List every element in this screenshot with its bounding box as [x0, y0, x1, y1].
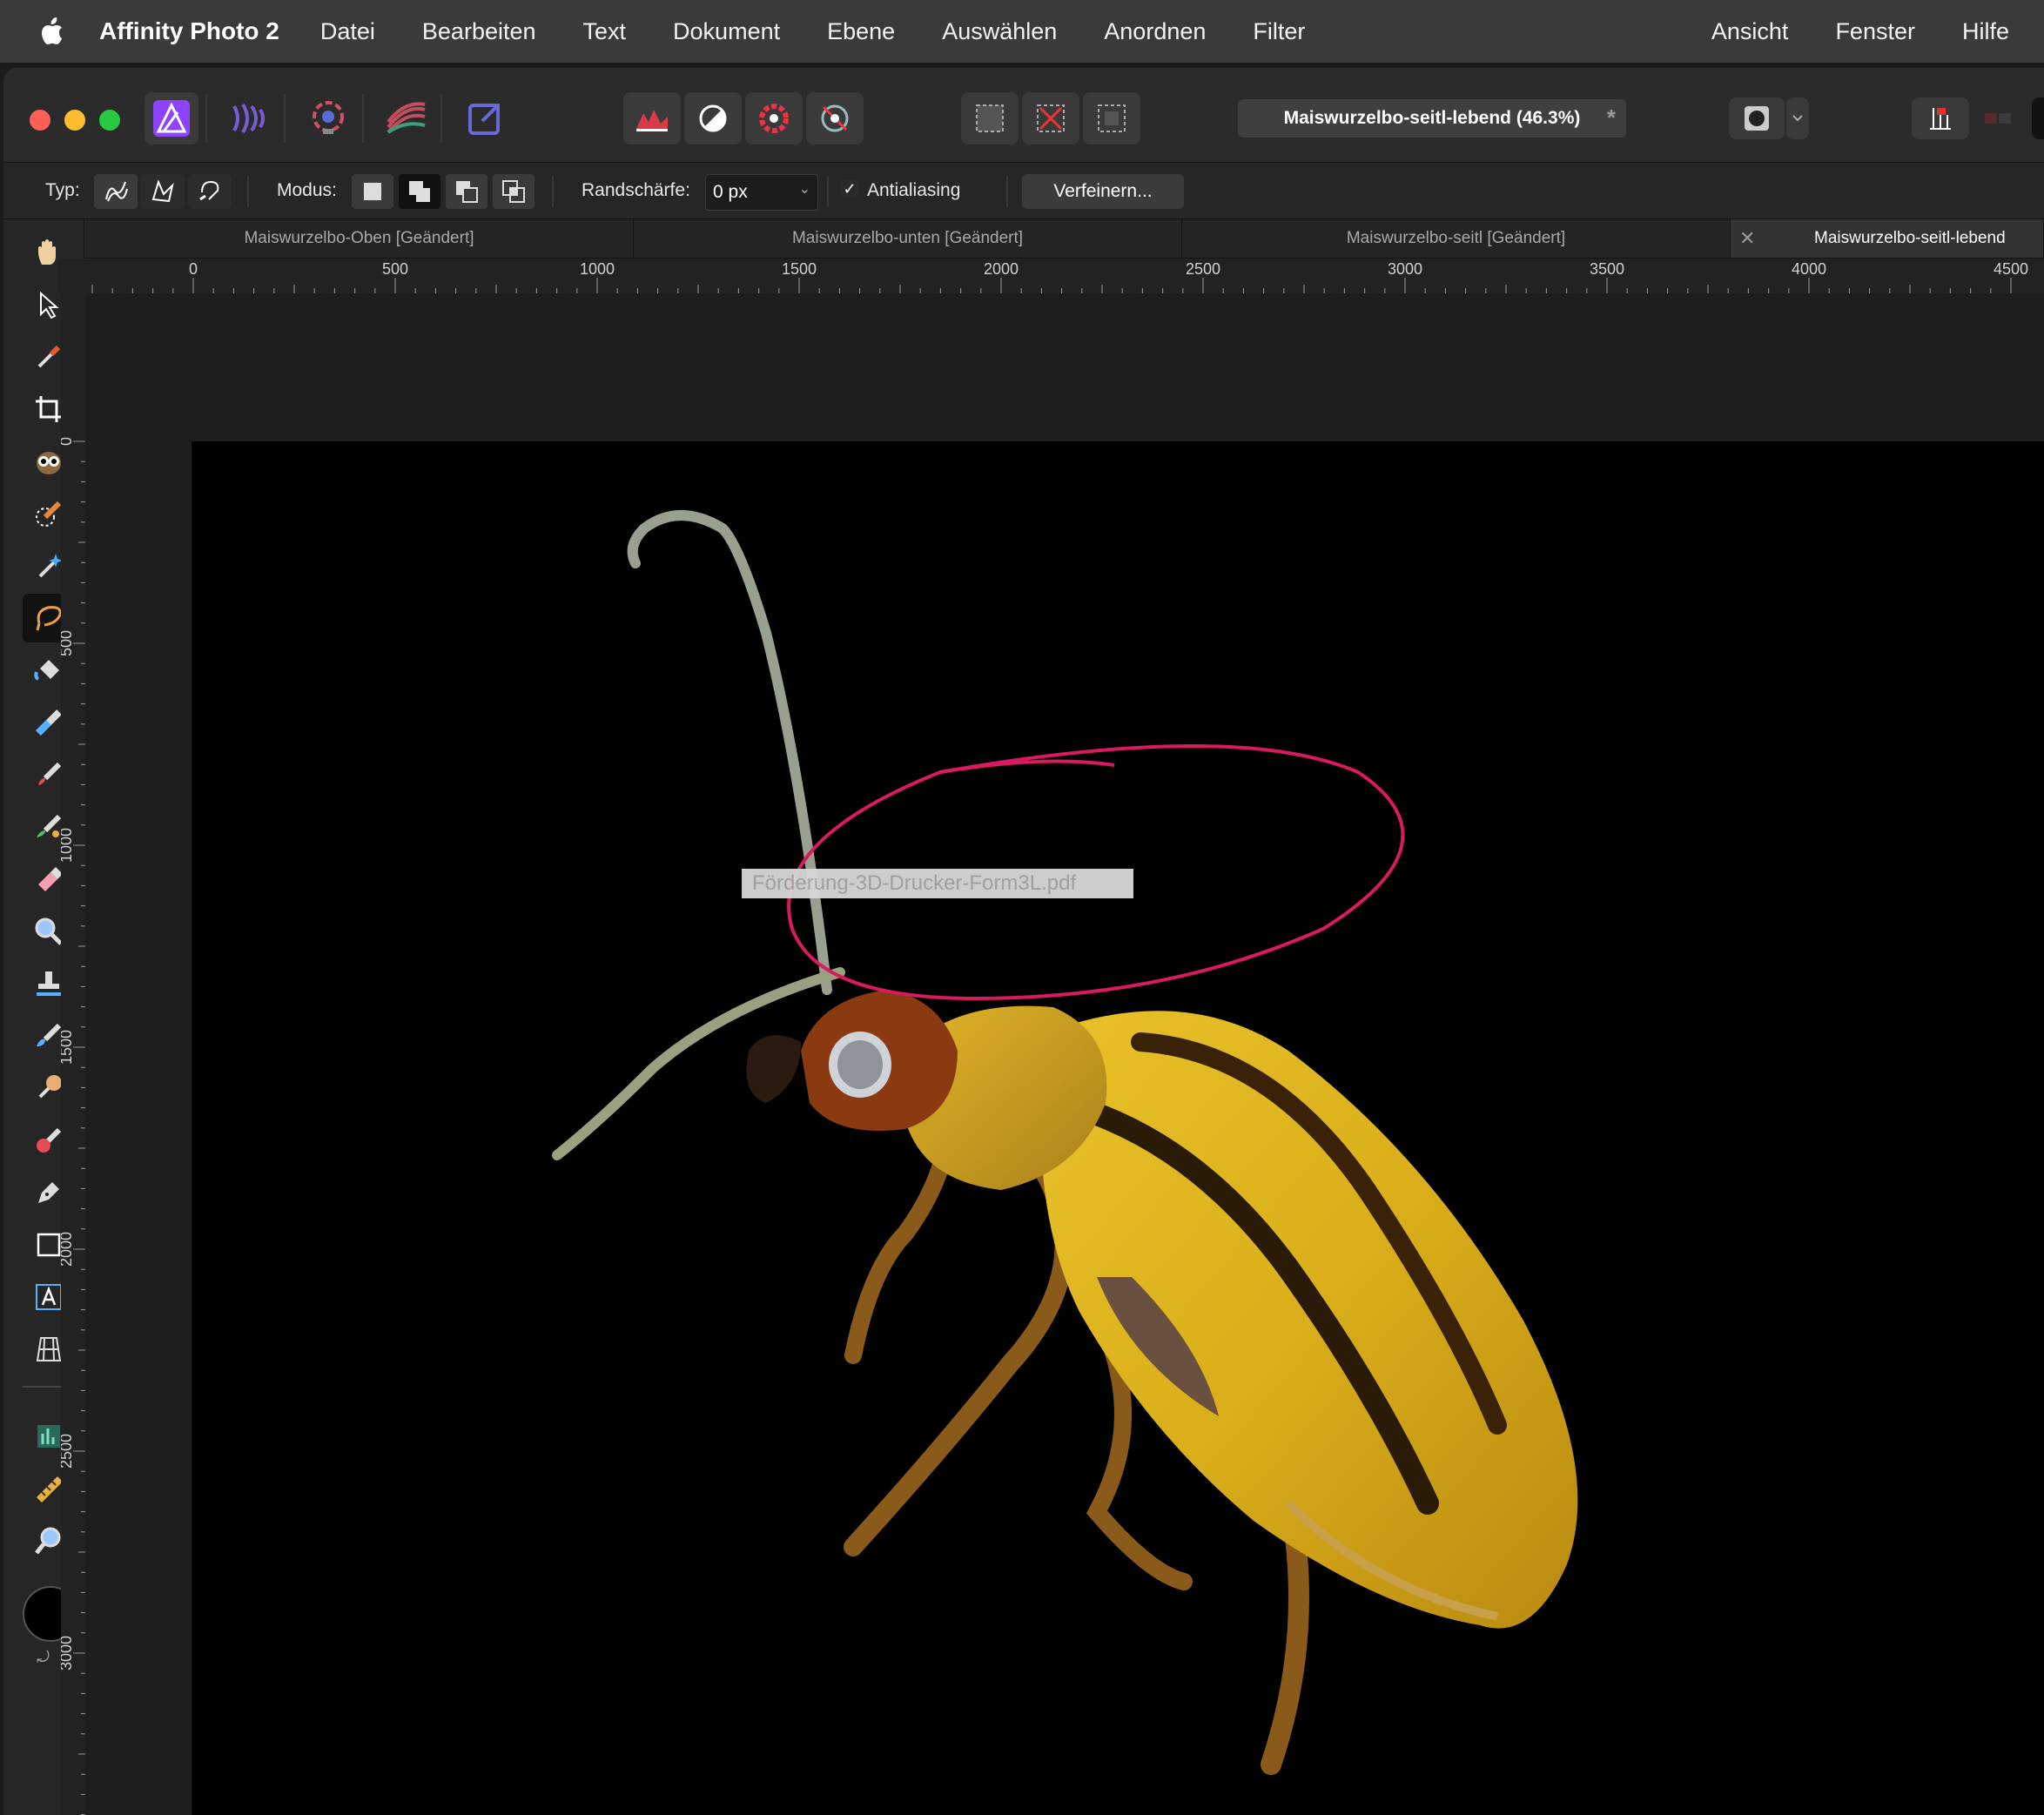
menu-auswaehlen[interactable]: Auswählen	[942, 18, 1057, 45]
document-title[interactable]: Maiswurzelbo-seitl-lebend (46.3%) *	[1238, 99, 1626, 138]
menu-fenster[interactable]: Fenster	[1835, 18, 1915, 45]
menu-text[interactable]: Text	[583, 18, 627, 45]
magnetic-selection-type-icon[interactable]	[188, 174, 232, 209]
menu-dokument[interactable]: Dokument	[673, 18, 780, 45]
ruler-label: 0	[189, 260, 198, 278]
add-selection-mode-icon[interactable]	[399, 174, 440, 209]
chevron-down-icon[interactable]: ⌄	[799, 180, 810, 198]
app-window: Maiswurzelbo-seitl-lebend (46.3%) * Typ:	[3, 68, 2044, 1815]
more-toolbar-button[interactable]	[2032, 97, 2044, 139]
ruler-label: 1000	[61, 828, 75, 863]
export-persona-icon[interactable]	[458, 92, 512, 145]
snapping-icon[interactable]	[1912, 97, 1969, 139]
ruler-label: 0	[61, 437, 75, 446]
ruler-label: 4500	[1994, 260, 2028, 278]
quick-mask-icon[interactable]	[1729, 97, 1785, 139]
auto-levels-icon[interactable]	[623, 92, 681, 145]
ruler-corner	[57, 259, 85, 293]
minimize-window-button[interactable]	[64, 110, 85, 131]
feather-label: Randschärfe:	[582, 180, 690, 200]
app-name-menu[interactable]: Affinity Photo 2	[99, 17, 279, 45]
liquify-persona-icon[interactable]	[223, 92, 277, 145]
mode-label: Modus:	[277, 180, 337, 200]
tab-maiswurzelbo-seitl-lebend[interactable]: ✕ Maiswurzelbo-seitl-lebend	[1731, 219, 2044, 258]
tab-maiswurzelbo-unten[interactable]: Maiswurzelbo-unten [Geändert]	[634, 219, 1182, 258]
tab-maiswurzelbo-seitl[interactable]: Maiswurzelbo-seitl [Geändert]	[1182, 219, 1731, 258]
menu-ansicht[interactable]: Ansicht	[1711, 18, 1789, 45]
ruler-label: 500	[382, 260, 408, 278]
new-selection-mode-icon[interactable]	[352, 174, 393, 209]
tab-maiswurzelbo-oben[interactable]: Maiswurzelbo-Oben [Geändert]	[85, 219, 634, 258]
modified-marker: *	[1606, 104, 1616, 131]
antialias-label: Antialiasing	[867, 180, 961, 200]
ruler-label: 4000	[1792, 260, 1826, 278]
document-tabs: Maiswurzelbo-Oben [Geändert] Maiswurzelb…	[85, 219, 2044, 259]
menu-bar: Affinity Photo 2 Datei Bearbeiten Text D…	[0, 0, 2044, 63]
ruler-label: 3000	[1388, 260, 1422, 278]
close-tab-icon[interactable]: ✕	[1739, 227, 1755, 250]
ruler-label: 1000	[580, 260, 615, 278]
menu-datei[interactable]: Datei	[320, 18, 375, 45]
horizontal-ruler[interactable]: 0 500 1000 1500 2000 2500 3000 3500 4000 4500	[85, 259, 2044, 293]
ruler-label: 2500	[61, 1434, 75, 1469]
ruler-label: 2500	[1186, 260, 1220, 278]
menu-ebene[interactable]: Ebene	[827, 18, 895, 45]
dragged-file-label: Förderung-3D-Drucker-Form3L.pdf	[742, 869, 1133, 898]
ruler-label: 2000	[984, 260, 1019, 278]
document-title-text: Maiswurzelbo-seitl-lebend (46.3%)	[1283, 108, 1581, 128]
deselect-icon[interactable]	[1022, 92, 1079, 145]
tab-label: Maiswurzelbo-seitl-lebend	[1814, 229, 2006, 247]
refine-button[interactable]: Verfeinern...	[1022, 174, 1184, 209]
tone-mapping-persona-icon[interactable]	[380, 92, 434, 145]
context-toolbar: Typ: Modus: Randschärfe: 0 px ⌄ ✓ Antial…	[3, 163, 2044, 219]
auto-white-balance-icon[interactable]	[806, 92, 864, 145]
document-canvas[interactable]	[192, 441, 2044, 1815]
annotation-ellipse	[787, 744, 1405, 1001]
main-toolbar: Maiswurzelbo-seitl-lebend (46.3%) *	[3, 68, 2044, 163]
assistant-icon[interactable]	[1980, 97, 2018, 139]
feather-value: 0 px	[713, 182, 748, 202]
intersect-selection-mode-icon[interactable]	[493, 174, 535, 209]
swap-colors-icon[interactable]: ⤾	[37, 1649, 50, 1667]
polygonal-selection-type-icon[interactable]	[141, 174, 185, 209]
ruler-label: 3000	[61, 1636, 75, 1670]
antialias-checkbox[interactable]: ✓	[841, 180, 858, 198]
menu-hilfe[interactable]: Hilfe	[1962, 18, 2009, 45]
type-label: Typ:	[45, 180, 80, 200]
quick-mask-dropdown-icon[interactable]	[1786, 97, 1809, 139]
ruler-label: 3500	[1590, 260, 1624, 278]
auto-colours-icon[interactable]	[745, 92, 803, 145]
apple-icon[interactable]	[26, 0, 78, 63]
menu-filter[interactable]: Filter	[1253, 18, 1305, 45]
zoom-window-button[interactable]	[99, 110, 120, 131]
close-window-button[interactable]	[30, 110, 50, 131]
feather-input[interactable]: 0 px ⌄	[705, 174, 818, 211]
ruler-label: 1500	[782, 260, 817, 278]
develop-persona-icon[interactable]	[301, 92, 355, 145]
ruler-label: 2000	[61, 1232, 75, 1267]
freehand-selection-type-icon[interactable]	[94, 174, 138, 209]
select-all-icon[interactable]	[961, 92, 1019, 145]
menu-bearbeiten[interactable]: Bearbeiten	[422, 18, 536, 45]
subtract-selection-mode-icon[interactable]	[446, 174, 487, 209]
invert-selection-icon[interactable]	[1083, 92, 1140, 145]
ruler-label: 1500	[61, 1030, 75, 1065]
menu-anordnen[interactable]: Anordnen	[1104, 18, 1206, 45]
vertical-ruler[interactable]: 0500100015002000250030003500	[57, 293, 85, 1815]
auto-contrast-icon[interactable]	[684, 92, 742, 145]
photo-persona-icon[interactable]	[145, 92, 198, 145]
ruler-label: 500	[61, 630, 75, 656]
